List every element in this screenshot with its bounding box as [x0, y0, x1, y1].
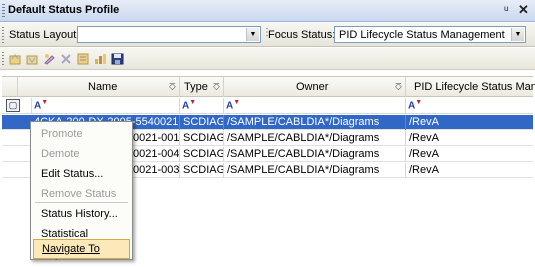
menu-separator	[35, 202, 128, 203]
column-header-status[interactable]: PID Lifecycle Status Manag	[406, 77, 535, 97]
save-icon[interactable]	[111, 53, 124, 65]
row-selector-header	[2, 77, 18, 97]
menu-item-navigate-to-label: Navigate To	[42, 243, 100, 255]
cell-owner[interactable]: /SAMPLE/CABLDIA*/Diagrams	[224, 147, 406, 162]
cell-type[interactable]: SCDIAG	[180, 131, 224, 146]
panel-title-bar: Default Status Profile ᵘ ✕	[0, 0, 535, 22]
menu-item-promote[interactable]: Promote	[33, 124, 130, 144]
filter-owner[interactable]: A▼	[224, 98, 406, 114]
chevron-down-icon[interactable]: ▼	[246, 28, 259, 41]
filter-row: ▢ A▼ A▼ A▼ A▼	[2, 98, 533, 114]
cell-owner[interactable]: /SAMPLE/CABLDIA*/Diagrams	[224, 163, 406, 178]
status-layout-label: Status Layout:	[9, 29, 80, 41]
status-history-icon[interactable]	[77, 53, 90, 65]
filter-type[interactable]: A▼	[180, 98, 224, 114]
cell-owner[interactable]: /SAMPLE/CABLDIA*/Diagrams	[224, 131, 406, 146]
chevron-down-icon[interactable]: ▼	[511, 28, 524, 41]
cell-type[interactable]: SCDIAG	[180, 115, 224, 130]
focus-status-combo[interactable]: PID Lifecycle Status Management ▼	[334, 26, 526, 43]
edit-status-icon[interactable]	[43, 53, 56, 65]
status-toolbar-grip[interactable]	[2, 27, 4, 43]
focus-status-value: PID Lifecycle Status Management	[339, 29, 505, 41]
filter-icon[interactable]: A▼	[182, 99, 196, 111]
title-grip[interactable]	[2, 4, 5, 18]
menu-item-remove-status[interactable]: Remove Status	[33, 184, 130, 204]
action-toolbar-grip[interactable]	[2, 52, 4, 66]
column-header-name[interactable]: Name ⎏	[18, 77, 180, 97]
remove-status-icon[interactable]	[60, 53, 73, 65]
filter-name[interactable]: A▼	[32, 98, 180, 114]
pin-icon[interactable]: ᵘ	[504, 3, 509, 17]
column-header-owner[interactable]: Owner ⎏	[224, 77, 406, 97]
promote-icon[interactable]	[9, 53, 22, 65]
panel-title: Default Status Profile	[8, 4, 120, 16]
context-menu: Promote Demote Edit Status... Remove Sta…	[30, 121, 133, 260]
cell-type[interactable]: SCDIAG	[180, 163, 224, 178]
cell-owner[interactable]: /SAMPLE/CABLDIA*/Diagrams	[224, 115, 406, 130]
filter-icon[interactable]: A▼	[226, 99, 240, 111]
menu-item-demote[interactable]: Demote	[33, 144, 130, 164]
filter-icon[interactable]: A▼	[34, 99, 48, 111]
action-toolbar	[0, 48, 535, 70]
column-pin-icon[interactable]: ⎏	[395, 77, 402, 97]
column-header-type[interactable]: Type ⎏	[180, 77, 224, 97]
cell-status[interactable]: /RevA	[406, 163, 533, 178]
cell-status[interactable]: /RevA	[406, 147, 533, 162]
row-selector-cell[interactable]: ▢	[2, 98, 32, 114]
column-pin-icon[interactable]: ⎏	[213, 77, 220, 97]
menu-item-status-history[interactable]: Status History...	[33, 204, 130, 224]
filter-icon[interactable]: A▼	[408, 99, 422, 111]
filter-status[interactable]: A▼	[406, 98, 533, 114]
statistical-report-icon[interactable]	[94, 53, 107, 65]
cell-status[interactable]: /RevA	[406, 115, 533, 130]
select-all-icon[interactable]: ▢	[6, 99, 20, 112]
cell-type[interactable]: SCDIAG	[180, 147, 224, 162]
menu-item-edit-status[interactable]: Edit Status...	[33, 164, 130, 184]
column-pin-icon[interactable]: ⎏	[169, 77, 176, 97]
status-layout-combo[interactable]: ▼	[77, 26, 261, 43]
demote-icon[interactable]	[26, 53, 39, 65]
menu-item-navigate-to[interactable]: Navigate To	[33, 239, 130, 259]
grid-header: Name ⎏ Type ⎏ Owner ⎏ PID Lifecycle Stat…	[2, 77, 535, 97]
close-icon[interactable]: ✕	[518, 2, 529, 18]
focus-status-label: Focus Status:	[268, 29, 336, 41]
status-toolbar: Status Layout: ▼ ⋮ Focus Status: PID Lif…	[0, 23, 535, 47]
cell-status[interactable]: /RevA	[406, 131, 533, 146]
